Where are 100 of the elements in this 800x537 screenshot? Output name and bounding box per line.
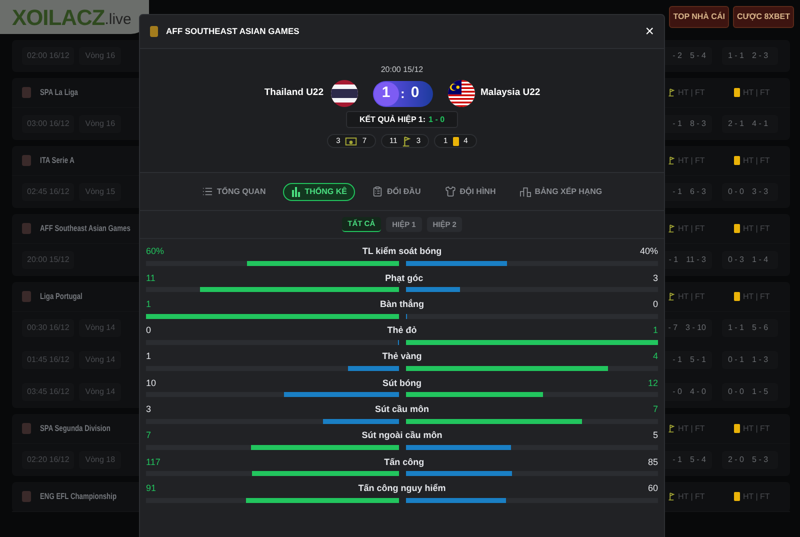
match-round: Vòng 14: [79, 383, 122, 401]
home-stat-value: 1: [146, 298, 152, 311]
header-button[interactable]: TOP NHÀ CÁI: [669, 6, 729, 28]
column-header: HT | FT: [743, 154, 770, 166]
score-pill: 1 - 1 2 - 3: [722, 47, 778, 65]
team-name: Thailand U22: [263, 86, 324, 100]
match-time: 01:45 16/12: [22, 351, 74, 369]
stat-label: Bàn thắng: [380, 298, 424, 311]
match-round: Vòng 15: [79, 183, 122, 201]
home-stat-value: 1: [146, 350, 152, 364]
close-button[interactable]: ×: [645, 24, 654, 39]
card-icon: [734, 492, 740, 501]
league-logo-icon: [22, 423, 31, 434]
score-pill: 0 - 3 1 - 4: [722, 251, 778, 269]
away-stat-value: 40%: [640, 245, 658, 258]
header-button[interactable]: CƯỢC 8XBET: [732, 6, 794, 28]
corner-flag-icon: [668, 156, 675, 165]
column-header: HT | FT: [678, 290, 705, 302]
corner-flag-icon: [668, 424, 675, 433]
score-pill: 0 - 1 1 - 3: [722, 351, 778, 369]
match-time: 02:20 16/12: [22, 451, 74, 469]
home-stat-value: 91: [146, 482, 156, 495]
corner-flag-icon: [402, 136, 412, 146]
league-name[interactable]: ITA Serie A: [40, 154, 74, 167]
column-header: HT | FT: [678, 222, 705, 234]
match-time: 03:45 16/12: [22, 383, 74, 401]
match-time: 20:00 15/12: [22, 251, 74, 269]
clipboard-icon: [372, 186, 383, 197]
halftime-result: KẾT QUẢ HIỆP 1: 1 - 0: [346, 111, 458, 128]
stat-label: Tấn công nguy hiểm: [358, 482, 446, 495]
league-name[interactable]: ENG EFL Championship: [40, 490, 116, 503]
dialog-title: AFF SOUTHEAST ASIAN GAMES: [166, 25, 300, 38]
stat-label: Tấn công: [384, 456, 424, 469]
dialog-tab[interactable]: THỐNG KÊ: [282, 182, 355, 200]
stat-label: Phạt góc: [385, 272, 424, 285]
away-stat-value: 3: [652, 272, 658, 285]
stat-label: Sút ngoài cầu môn: [362, 429, 442, 442]
corner-flag-icon: [668, 492, 675, 501]
match-time: 20:00 15/12: [380, 64, 424, 76]
league-name[interactable]: AFF Southeast Asian Games: [40, 222, 130, 235]
match-round: Vòng 18: [79, 451, 122, 469]
away-stat-value: 4: [652, 350, 658, 364]
corner-flag-icon: [668, 88, 675, 97]
league-name[interactable]: SPA Segunda Division: [40, 422, 110, 435]
card-icon: [734, 224, 740, 233]
goal-net-icon: [345, 136, 358, 146]
score-pill: 1 - 1 5 - 6: [722, 319, 778, 337]
match-time: 02:00 16/12: [22, 47, 74, 65]
match-time: 03:00 16/12: [22, 115, 74, 133]
card-icon: [734, 292, 740, 301]
home-stat-value: 11: [146, 272, 156, 285]
home-stat-value: 3: [146, 403, 152, 416]
stat-label: Sút cầu môn: [374, 403, 429, 416]
away-stat-value: 1: [652, 324, 658, 338]
score-pill: 0 - 0 3 - 3: [722, 183, 778, 201]
column-header: HT | FT: [678, 422, 705, 434]
striped-flag-icon: [330, 80, 358, 107]
dialog-tab[interactable]: TỔNG QUAN: [194, 182, 273, 200]
match-round: Vòng 16: [79, 115, 122, 133]
league-name[interactable]: Liga Portugal: [40, 290, 82, 303]
match-round: Vòng 14: [79, 351, 122, 369]
corner-flag-icon: [668, 224, 675, 233]
stat-label: Thẻ đỏ: [387, 324, 417, 338]
match-round: Vòng 14: [79, 319, 122, 337]
league-logo-icon: [22, 223, 31, 234]
match-round: Vòng 16: [79, 47, 122, 65]
away-stat-value: 0: [652, 298, 658, 311]
league-logo-icon: [22, 87, 31, 98]
card-icon: [734, 424, 740, 433]
dialog-tab[interactable]: ĐỘI HÌNH: [438, 182, 503, 200]
league-name[interactable]: SPA La Liga: [40, 86, 78, 99]
striped-flag-icon: [448, 80, 474, 107]
column-header: HT | FT: [743, 422, 770, 434]
column-header: HT | FT: [743, 222, 770, 234]
dialog-tab[interactable]: BẢNG XẾP HẠNG: [512, 182, 610, 200]
away-stat-value: 85: [648, 456, 658, 469]
score-pill: 0 - 0 1 - 5: [722, 383, 778, 401]
league-logo-icon: [22, 155, 31, 166]
stat-label: Sút bóng: [382, 376, 422, 390]
home-stat-value: 7: [146, 429, 152, 442]
away-stat-value: 60: [648, 482, 658, 495]
column-header: HT | FT: [678, 86, 705, 98]
score-pill: 2 - 0 5 - 3: [722, 451, 778, 469]
shirt-icon: [444, 186, 456, 197]
column-header: HT | FT: [678, 154, 705, 166]
away-stat-value: 12: [648, 376, 658, 390]
league-logo-icon: [22, 491, 31, 502]
podium-icon: [520, 186, 531, 196]
home-stat-value: 0: [146, 324, 152, 338]
bar-chart-icon: [290, 186, 301, 196]
card-icon: [734, 88, 740, 97]
dialog-tab[interactable]: ĐỐI ĐẦU: [364, 182, 428, 200]
stat-label: TL kiểm soát bóng: [362, 245, 442, 258]
score-pill: 1 : 0: [372, 80, 432, 106]
site-logo[interactable]: XOILACZ.live: [0, 0, 150, 34]
team-name: Malaysia U22: [480, 86, 542, 100]
column-header: HT | FT: [743, 490, 770, 502]
corner-flag-icon: [668, 292, 675, 301]
card-icon: [734, 156, 740, 165]
home-stat-value: 10: [146, 376, 156, 390]
